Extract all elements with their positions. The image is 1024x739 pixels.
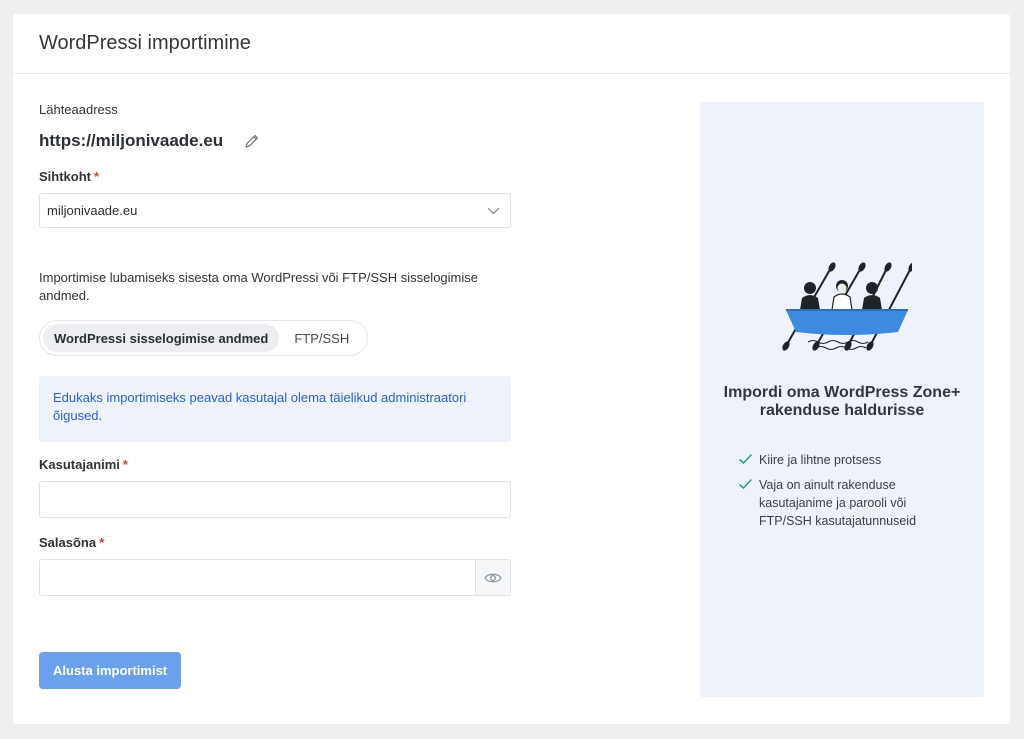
info-panel: Impordi oma WordPress Zone+ rakenduse ha… (700, 102, 984, 697)
username-input[interactable] (39, 481, 511, 518)
feature-item: Kiire ja lihtne protsess (738, 451, 958, 469)
password-label: Salasõna * (39, 535, 105, 550)
login-method-toggle: WordPressi sisselogimise andmed FTP/SSH (39, 320, 369, 356)
feature-item: Vaja on ainult rakenduse kasutajanime ja… (738, 476, 958, 530)
checkmark-icon (738, 453, 753, 465)
destination-label: Sihtkoht * (39, 169, 100, 184)
feature-list: Kiire ja lihtne protsess Vaja on ainult … (738, 451, 958, 537)
tab-ftp-ssh[interactable]: FTP/SSH (283, 324, 360, 352)
source-row: https://miljonivaade.eu (39, 131, 511, 151)
eye-icon[interactable] (475, 559, 511, 596)
checkmark-icon (738, 478, 753, 490)
chevron-down-icon (487, 207, 500, 214)
tab-wordpress-login[interactable]: WordPressi sisselogimise andmed (43, 324, 280, 352)
source-url: https://miljonivaade.eu (39, 131, 224, 150)
card-header: WordPressi importimine (13, 14, 1010, 74)
password-field-wrap (39, 559, 511, 596)
username-label: Kasutajanimi * (39, 457, 128, 472)
import-form: Lähteaadress https://miljonivaade.eu Sih… (39, 102, 511, 689)
import-card: WordPressi importimine Lähteaadress http… (13, 14, 1010, 724)
destination-value: miljonivaade.eu (47, 203, 138, 218)
rowing-boat-illustration (782, 262, 912, 351)
info-panel-title: Impordi oma WordPress Zone+ rakenduse ha… (723, 384, 961, 419)
source-label: Lähteaadress (39, 102, 118, 117)
start-import-button[interactable]: Alusta importimist (39, 652, 182, 689)
destination-select[interactable]: miljonivaade.eu (39, 193, 511, 228)
admin-rights-notice: Edukaks importimiseks peavad kasutajal o… (39, 376, 511, 442)
pencil-icon[interactable] (243, 132, 261, 150)
login-info-text: Importimise lubamiseks sisesta oma WordP… (39, 270, 478, 303)
page-title: WordPressi importimine (39, 32, 251, 54)
password-input[interactable] (39, 559, 511, 596)
